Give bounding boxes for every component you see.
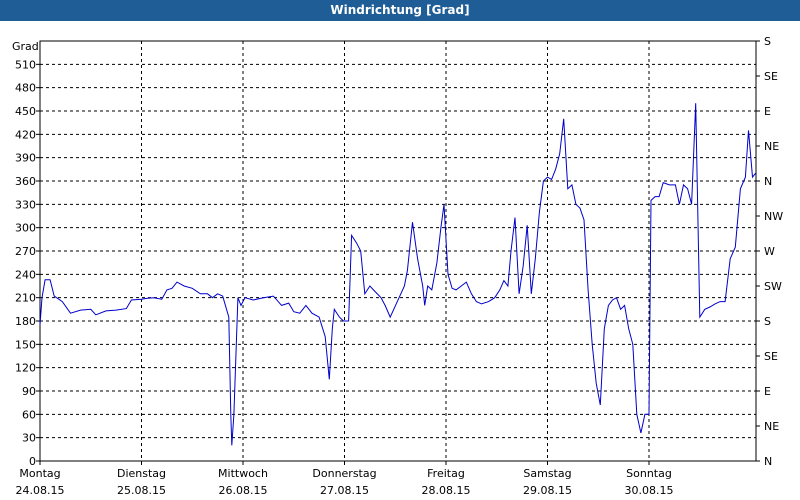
right-tick-label: W	[764, 245, 775, 258]
y-tick-label: 150	[15, 338, 36, 351]
right-tick-label: S	[764, 35, 771, 48]
y-axis-label: Grad	[12, 40, 39, 53]
right-tick-label: SE	[764, 350, 778, 363]
right-tick-label: N	[764, 455, 772, 468]
x-tick-date: 29.08.15	[523, 484, 572, 497]
y-tick-label: 270	[15, 245, 36, 258]
x-tick-date: 30.08.15	[625, 484, 674, 497]
y-tick-label: 210	[15, 292, 36, 305]
chart-window: Windrichtung [Grad] 0 30 60 90 120 150 180 210 2…	[0, 0, 800, 500]
y-tick-label: 240	[15, 268, 36, 281]
y-tick-label: 330	[15, 198, 36, 211]
x-tick-day: Montag	[19, 467, 60, 480]
x-tick-date: 24.08.15	[16, 484, 65, 497]
wind-direction-chart: 0306090120150180210240270300330360390420…	[12, 35, 783, 497]
x-tick-day: Dienstag	[117, 467, 166, 480]
y-tick-label: 510	[15, 58, 36, 71]
y-tick-label: 90	[22, 385, 36, 398]
x-tick-day: Mittwoch	[218, 467, 268, 480]
right-tick-label: NE	[764, 140, 779, 153]
x-tick-day: Samstag	[523, 467, 571, 480]
y-tick-label: 300	[15, 222, 36, 235]
x-tick-date: 25.08.15	[117, 484, 166, 497]
right-tick-label: E	[764, 105, 771, 118]
right-tick-label: N	[764, 175, 772, 188]
x-tick-date: 27.08.15	[320, 484, 369, 497]
y-tick-label: 60	[22, 408, 36, 421]
y-tick-label: 390	[15, 152, 36, 165]
y-tick-label: 120	[15, 362, 36, 375]
right-tick-label: SW	[764, 280, 782, 293]
x-tick-day: Sonntag	[626, 467, 672, 480]
x-tick-date: 26.08.15	[219, 484, 268, 497]
right-tick-label: E	[764, 385, 771, 398]
y-tick-label: 360	[15, 175, 36, 188]
x-tick-day: Freitag	[427, 467, 465, 480]
right-tick-label: NE	[764, 420, 779, 433]
x-tick-day: Donnerstag	[312, 467, 376, 480]
right-tick-label: NW	[764, 210, 783, 223]
y-tick-label: 420	[15, 128, 36, 141]
x-tick-date: 28.08.15	[422, 484, 471, 497]
right-tick-label: SE	[764, 70, 778, 83]
y-tick-label: 180	[15, 315, 36, 328]
y-tick-label: 480	[15, 82, 36, 95]
right-tick-label: S	[764, 315, 771, 328]
y-tick-label: 30	[22, 432, 36, 445]
y-tick-label: 450	[15, 105, 36, 118]
